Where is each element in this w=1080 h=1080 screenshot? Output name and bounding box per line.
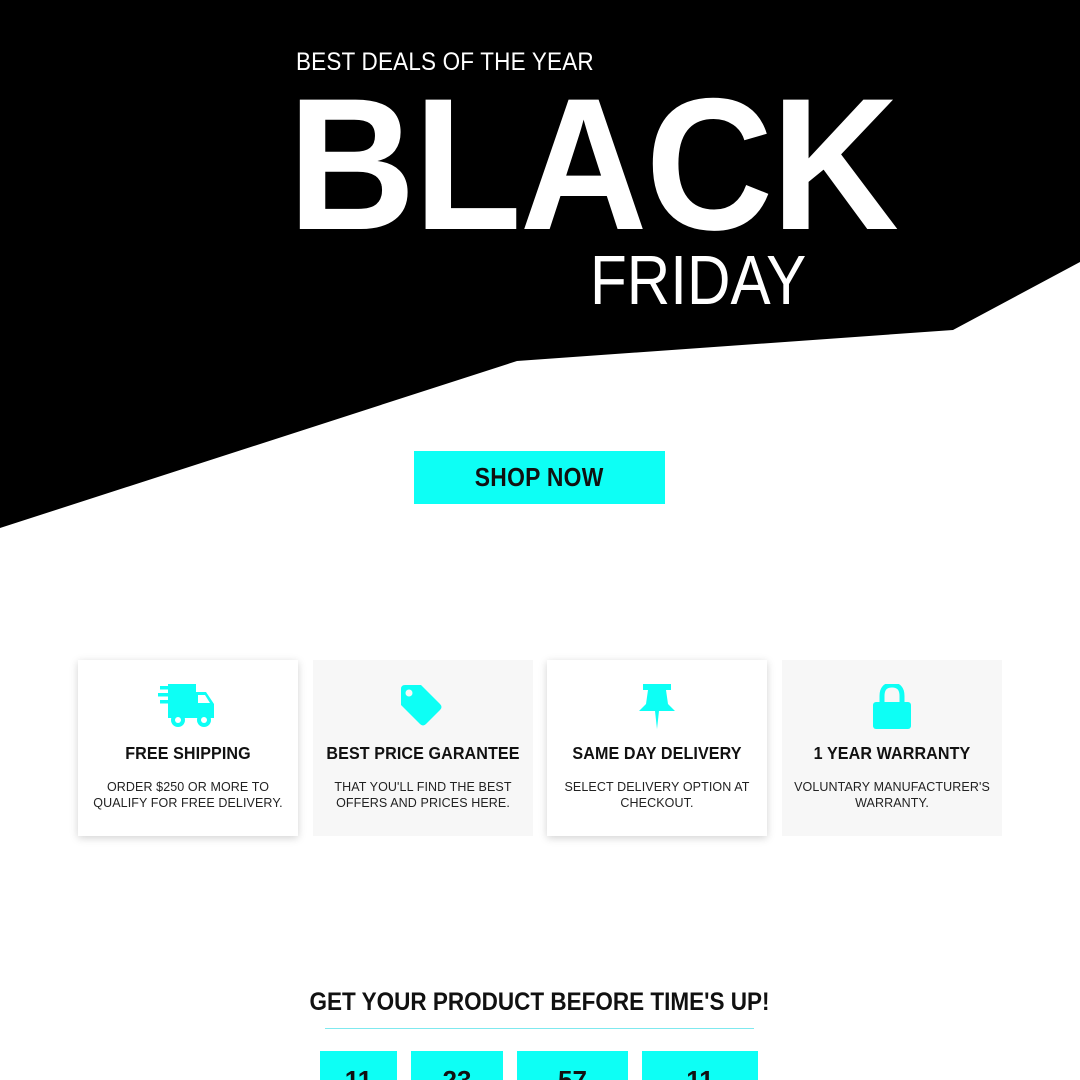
delivery-truck-icon [158,684,218,730]
hero-subheadline: FRIDAY [590,241,807,319]
pushpin-icon [627,684,687,730]
countdown-box: 57 [517,1051,628,1080]
feature-text: SELECT DELIVERY OPTION AT CHECKOUT. [564,780,750,810]
countdown-title: GET YOUR PRODUCT BEFORE TIME'S UP! [310,988,770,1016]
shop-now-button[interactable]: SHOP NOW [414,451,665,504]
countdown-box: 23 [411,1051,503,1080]
feature-cards: FREE SHIPPING ORDER $250 OR MORE TO QUAL… [78,660,1002,836]
countdown-box: 11 [320,1051,397,1080]
feature-title: SAME DAY DELIVERY [572,743,742,763]
feature-text: THAT YOU'LL FIND THE BEST OFFERS AND PRI… [334,780,512,810]
feature-card-same-day-delivery: SAME DAY DELIVERY SELECT DELIVERY OPTION… [547,660,767,836]
feature-card-free-shipping: FREE SHIPPING ORDER $250 OR MORE TO QUAL… [78,660,298,836]
lock-icon [862,684,922,730]
countdown-divider [325,1028,754,1029]
countdown-box: 11 [642,1051,758,1080]
hero-headline: BLACK [288,59,899,269]
feature-title: BEST PRICE GARANTEE [326,743,520,763]
feature-text: VOLUNTARY MANUFACTURER'S WARRANTY. [794,780,990,810]
feature-title: FREE SHIPPING [125,743,251,763]
feature-text: ORDER $250 OR MORE TO QUALIFY FOR FREE D… [93,780,283,810]
shop-now-label: SHOP NOW [475,462,604,492]
feature-card-warranty: 1 YEAR WARRANTY VOLUNTARY MANUFACTURER'S… [782,660,1002,836]
price-tag-icon [393,684,453,730]
feature-title: 1 YEAR WARRANTY [813,743,971,763]
feature-card-best-price: BEST PRICE GARANTEE THAT YOU'LL FIND THE… [313,660,533,836]
